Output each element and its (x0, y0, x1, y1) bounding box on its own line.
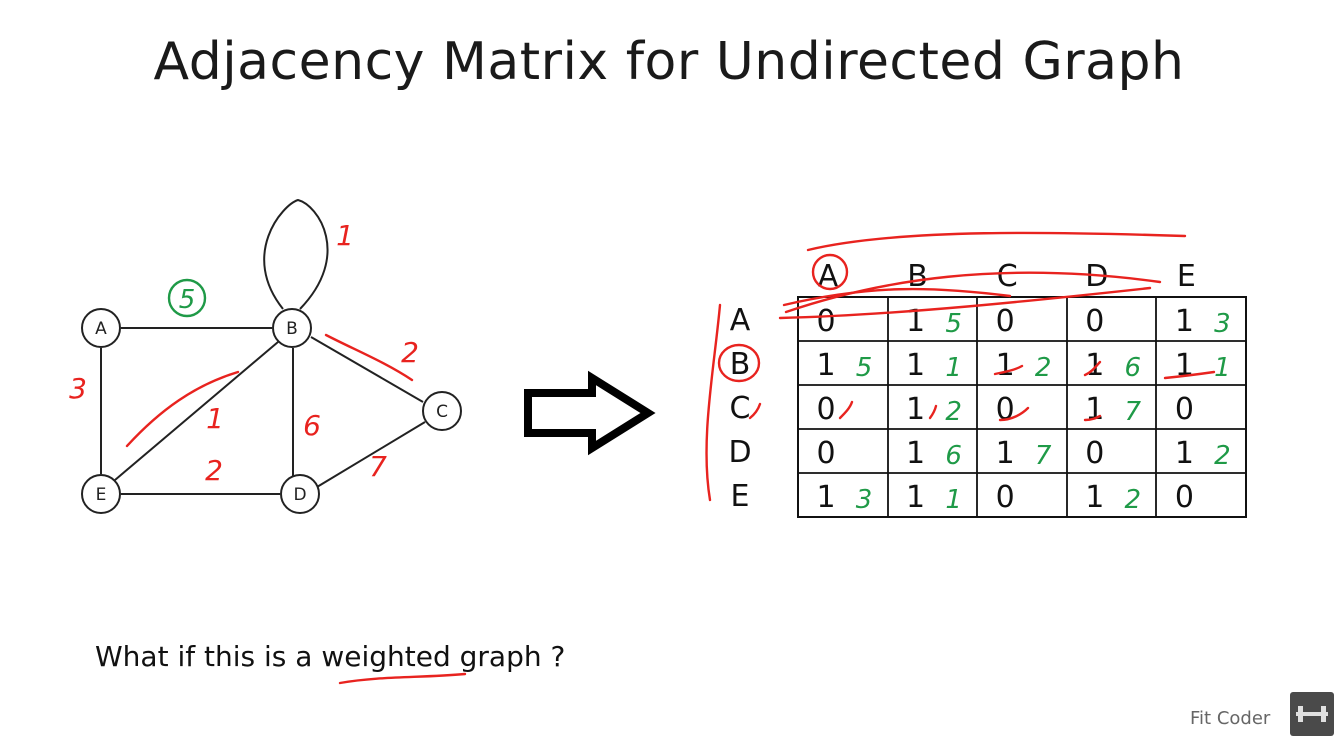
matrix-cell-weight: 7 (1125, 397, 1142, 427)
matrix-cell: 0 (1175, 480, 1194, 515)
tick-ca (838, 400, 854, 420)
node-b-label: B (286, 319, 298, 339)
matrix-cell: 1 (1175, 304, 1194, 339)
node-c-label: C (436, 402, 448, 422)
underline-weighted (338, 672, 467, 685)
matrix-row-header-a: A (730, 303, 751, 338)
matrix-cell: 1 (906, 436, 925, 471)
matrix-cell: 1 (816, 480, 835, 515)
matrix-cell: 1 (906, 480, 925, 515)
matrix-cell: 1 (1085, 480, 1104, 515)
matrix-cell: 0 (816, 304, 835, 339)
weight-a-e: 3 (69, 372, 87, 405)
node-d-label: D (293, 485, 306, 505)
node-a-label: A (95, 319, 107, 339)
matrix-cell-weight: 1 (945, 485, 962, 515)
matrix-cell: 0 (996, 304, 1015, 339)
matrix-row-header-e: E (731, 479, 750, 514)
weight-b-b: 1 (336, 219, 354, 252)
weight-b-d: 6 (303, 409, 321, 442)
graph-annotation-strokes (125, 333, 414, 448)
matrix-col-header-c: C (997, 259, 1018, 294)
adjacency-matrix: ABCDE ABCDE 0 1 0 0 11 1 1 1 10 1 0 1 00 1 1 0 11 1 0 1 0 53… (728, 259, 1247, 518)
matrix-cell-weight: 6 (1125, 353, 1142, 383)
matrix-cell-weight: 6 (945, 441, 962, 471)
matrix-cell: 1 (816, 348, 835, 383)
node-e: E (81, 474, 121, 514)
edge-weight-labels: 5 3 1 2 6 1 7 2 (69, 219, 419, 487)
weight-e-d: 2 (205, 454, 223, 487)
matrix-row-header-b: B (730, 347, 751, 382)
weight-b-c: 2 (401, 336, 419, 369)
matrix-row-header-c: C (730, 391, 751, 426)
matrix-cell-weight: 1 (1214, 353, 1231, 383)
matrix-cell: 1 (1175, 436, 1194, 471)
matrix-cell: 0 (996, 392, 1015, 427)
weight-a-b: 5 (179, 285, 196, 315)
matrix-cell-weight: 2 (945, 397, 962, 427)
stroke-top-bracket (806, 231, 1187, 252)
matrix-cell: 0 (1085, 304, 1104, 339)
matrix-cell-weight: 1 (945, 353, 962, 383)
right-arrow-icon (524, 370, 656, 456)
matrix-col-header-e: E (1177, 259, 1196, 294)
node-d: D (280, 474, 320, 514)
node-e-label: E (96, 485, 107, 505)
matrix-cell-weight: 2 (1214, 441, 1231, 471)
matrix-cell: 1 (1085, 392, 1104, 427)
question-text: What if this is a weighted graph ? (95, 640, 566, 673)
brand-logo-icon (1290, 692, 1334, 736)
node-c: C (422, 391, 462, 431)
brand-name: Fit Coder (1190, 708, 1271, 729)
matrix-cell: 0 (996, 480, 1015, 515)
matrix-cell: 0 (1175, 392, 1194, 427)
matrix-cell-weight: 7 (1035, 441, 1052, 471)
matrix-cell: 0 (816, 436, 835, 471)
matrix-cell-weight: 5 (945, 309, 962, 339)
tick-c (748, 402, 762, 420)
matrix-cell: 0 (816, 392, 835, 427)
node-b: B (272, 308, 312, 348)
edge-b-b-loop (263, 198, 329, 310)
matrix-cell: 1 (906, 392, 925, 427)
matrix-row-header-d: D (728, 435, 751, 470)
matrix-cell-weight: 5 (856, 353, 873, 383)
matrix-cell: 1 (1085, 348, 1104, 383)
weight-c-d: 7 (369, 450, 387, 483)
weight-b-e: 1 (206, 402, 224, 435)
matrix-cell: 1 (996, 348, 1015, 383)
matrix-cell-weight: 2 (1035, 353, 1052, 383)
matrix-cell: 0 (1085, 436, 1104, 471)
matrix-annotation-strokes (338, 231, 1216, 685)
matrix-cell-weight: 3 (1214, 309, 1231, 339)
stroke-left-bracket (705, 303, 722, 502)
matrix-row-headers: ABCDE (728, 303, 751, 514)
matrix-cell-weight: 2 (1125, 485, 1142, 515)
edge-b-e (114, 341, 279, 481)
tick-cb (928, 404, 938, 420)
stroke-b-c (324, 333, 414, 382)
matrix-cell: 1 (906, 348, 925, 383)
node-a: A (81, 308, 121, 348)
matrix-cell: 1 (996, 436, 1015, 471)
matrix-cell-weight: 3 (856, 485, 873, 515)
